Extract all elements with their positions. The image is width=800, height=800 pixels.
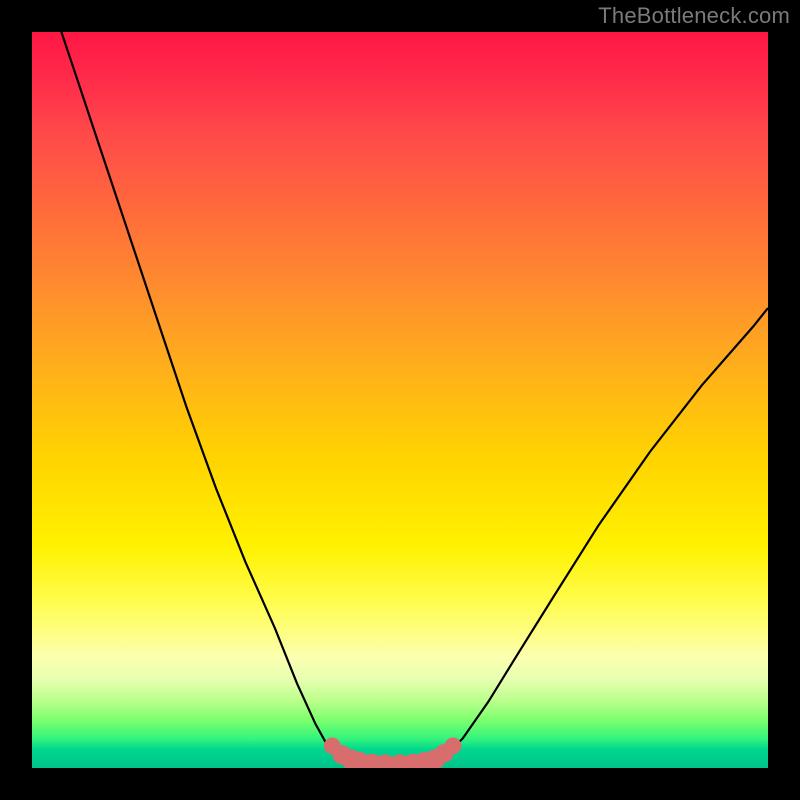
chart-frame: TheBottleneck.com [0, 0, 800, 800]
valley-markers [324, 738, 462, 769]
main-curve [61, 32, 768, 767]
right-lobe-curve [444, 308, 768, 757]
plot-area [32, 32, 768, 768]
valley-marker [445, 738, 462, 755]
watermark-text: TheBottleneck.com [598, 3, 790, 29]
left-lobe-curve [61, 32, 341, 761]
chart-svg [32, 32, 768, 768]
